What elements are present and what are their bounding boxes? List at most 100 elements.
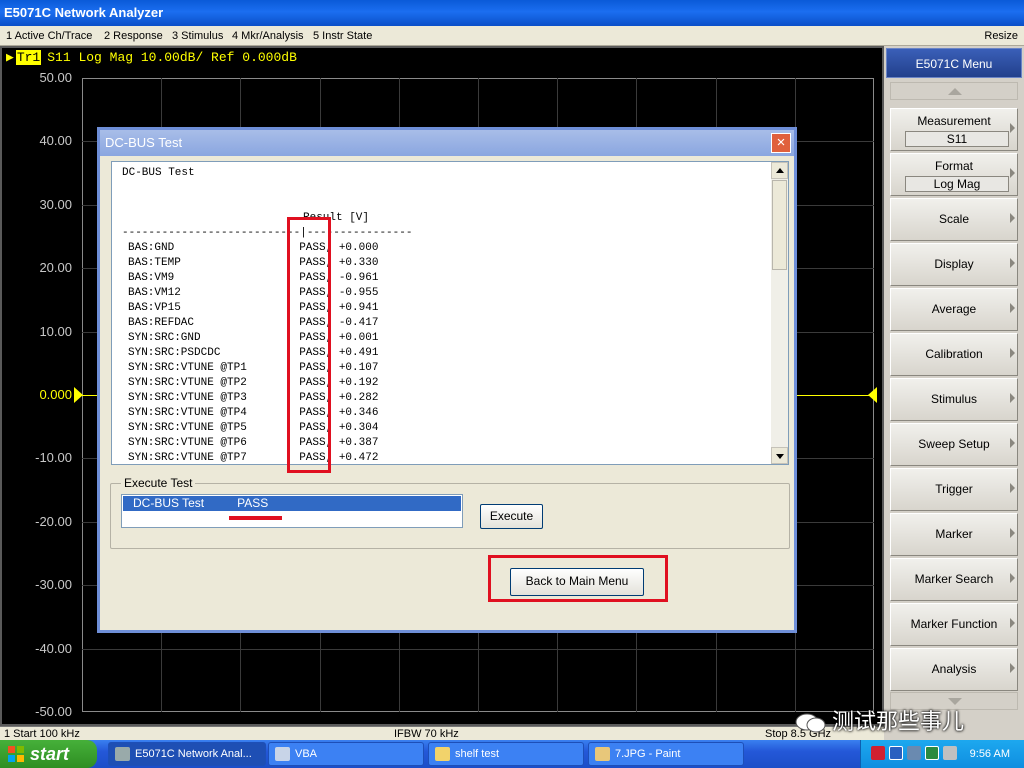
report-row-name: SYN:SRC:VTUNE @TP6: [128, 437, 247, 449]
softkey-label: Scale: [938, 212, 970, 226]
report-row-name: SYN:SRC:VTUNE @TP5: [128, 422, 247, 434]
report-row-value: +0.491: [338, 347, 379, 359]
report-row-value: +0.387: [338, 437, 379, 449]
softkey-sweep-setup[interactable]: Sweep Setup: [890, 423, 1018, 466]
softkey-marker[interactable]: Marker: [890, 513, 1018, 556]
test-list[interactable]: DC-BUS Test PASS: [121, 494, 463, 528]
menu-stimulus[interactable]: 3 Stimulus: [172, 26, 223, 46]
softkey-analysis[interactable]: Analysis: [890, 648, 1018, 691]
menu-instr-state[interactable]: 5 Instr State: [313, 26, 372, 46]
scroll-down-button[interactable]: [771, 447, 788, 464]
chevron-right-icon: [1010, 528, 1015, 538]
chevron-right-icon: [1010, 168, 1015, 178]
execute-test-group: Execute Test DC-BUS Test PASS Execute: [110, 476, 790, 549]
softkey-measurement[interactable]: Measurement S11: [890, 108, 1018, 151]
report-row-value: +0.107: [338, 362, 379, 374]
report-row-value: +0.001: [338, 332, 379, 344]
task-label: shelf test: [455, 748, 500, 760]
test-list-item-selected[interactable]: DC-BUS Test PASS: [123, 496, 461, 511]
report-row-value: -0.417: [338, 317, 379, 329]
report-row: SYN:SRC:VTUNE @TP2, PASS, +0.192: [122, 376, 412, 391]
vba-app-icon: [275, 747, 290, 761]
report-row-name: BAS:VM12: [128, 287, 181, 299]
test-report-box[interactable]: DC-BUS Test Result [V] -----------------…: [111, 161, 789, 465]
softkey-average[interactable]: Average: [890, 288, 1018, 331]
close-button[interactable]: ×: [771, 133, 791, 153]
window-title-bar: E5071C Network Analyzer: [0, 0, 1024, 26]
menu-response[interactable]: 2 Response: [104, 26, 163, 46]
start-button[interactable]: start: [0, 740, 97, 768]
report-row-name: SYN:SRC:VTUNE @TP4: [128, 407, 247, 419]
io-tray-icon[interactable]: [889, 746, 903, 760]
softkey-scale[interactable]: Scale: [890, 198, 1018, 241]
softkey-format[interactable]: Format Log Mag: [890, 153, 1018, 196]
chevron-right-icon: [1010, 303, 1015, 313]
report-row: SYN:SRC:VTUNE @TP6, PASS, +0.387: [122, 436, 412, 451]
chevron-right-icon: [1010, 573, 1015, 583]
window-title: E5071C Network Analyzer: [4, 5, 164, 20]
report-row: SYN:SRC:VTUNE @TP7, PASS, +0.472: [122, 451, 412, 464]
trace-id: Tr1: [15, 50, 42, 65]
softkey-stimulus[interactable]: Stimulus: [890, 378, 1018, 421]
softkey-display[interactable]: Display: [890, 243, 1018, 286]
y-tick-label: 0.000: [39, 387, 72, 402]
execute-button[interactable]: Execute: [480, 504, 543, 529]
report-rows: BAS:GND, PASS, +0.000 BAS:TEMP, PASS, +0.…: [122, 241, 412, 464]
report-row: SYN:SRC:GND, PASS, +0.001: [122, 331, 412, 346]
task-paint[interactable]: 7.JPG - Paint: [588, 742, 744, 766]
report-row-name: SYN:SRC:PSDCDC: [128, 347, 221, 359]
analyzer-app-icon: [115, 747, 130, 761]
y-tick-label: 20.00: [39, 260, 72, 276]
report-row-name: BAS:GND: [128, 242, 175, 254]
report-row-name: BAS:VP15: [128, 302, 181, 314]
softkey-trigger[interactable]: Trigger: [890, 468, 1018, 511]
task-label: VBA: [295, 748, 318, 760]
menu-resize[interactable]: Resize: [984, 26, 1018, 46]
menu-active-ch-trace[interactable]: 1 Active Ch/Trace: [6, 26, 92, 46]
main-menu-button-highlight: [488, 555, 668, 602]
report-scrollbar[interactable]: [771, 162, 788, 464]
task-e5071c[interactable]: E5071C Network Anal...: [108, 742, 266, 766]
softkey-scroll-up-button[interactable]: [890, 82, 1018, 100]
volume-icon[interactable]: [943, 746, 957, 760]
y-tick-label: 50.00: [39, 70, 72, 85]
ifbw: IFBW 70 kHz: [394, 728, 459, 740]
report-row-value: +0.192: [338, 377, 379, 389]
execute-test-legend: Execute Test: [121, 476, 196, 490]
report-row: BAS:TEMP, PASS, +0.330: [122, 256, 412, 271]
reference-right-arrow-icon: [868, 387, 877, 403]
reference-left-arrow-icon: [74, 387, 83, 403]
visa-tray-icon[interactable]: [925, 746, 939, 760]
report-row-value: +0.941: [338, 302, 379, 314]
chevron-right-icon: [1010, 663, 1015, 673]
status-line: 1 Start 100 kHz IFBW 70 kHz Stop 8.5 GHz: [0, 726, 884, 740]
y-tick-label: -20.00: [35, 513, 72, 529]
softkey-label: Marker Function: [910, 617, 998, 631]
report-row-value: +0.330: [338, 257, 379, 269]
clock: 9:56 AM: [969, 748, 1010, 760]
report-row: SYN:SRC:VTUNE @TP3, PASS, +0.282: [122, 391, 412, 406]
softkey-marker-function[interactable]: Marker Function: [890, 603, 1018, 646]
menu-mkr-analysis[interactable]: 4 Mkr/Analysis: [232, 26, 304, 46]
security-shield-icon[interactable]: [871, 746, 885, 760]
softkey-label: Analysis: [931, 662, 977, 676]
trace-header[interactable]: ▶ Tr1 S11 Log Mag 10.00dB/ Ref 0.000dB: [6, 50, 297, 65]
y-tick-label: -10.00: [35, 450, 72, 466]
scroll-up-button[interactable]: [771, 162, 788, 179]
test-item-name: DC-BUS Test: [133, 496, 205, 510]
network-icon[interactable]: [907, 746, 921, 760]
folder-icon: [435, 747, 450, 761]
task-vba[interactable]: VBA: [268, 742, 424, 766]
trace-description: S11 Log Mag 10.00dB/ Ref 0.000dB: [47, 50, 297, 65]
scroll-thumb[interactable]: [772, 180, 787, 270]
scroll-up-icon: [776, 168, 784, 173]
report-heading: DC-BUS Test: [122, 167, 195, 179]
softkey-marker-search[interactable]: Marker Search: [890, 558, 1018, 601]
chevron-right-icon: [1010, 393, 1015, 403]
task-shelf-test[interactable]: shelf test: [428, 742, 584, 766]
report-row-name: SYN:SRC:VTUNE @TP2: [128, 377, 247, 389]
softkey-calibration[interactable]: Calibration: [890, 333, 1018, 376]
softkey-label: Marker: [935, 527, 973, 541]
y-tick-label: -50.00: [35, 704, 72, 719]
report-row-value: +0.346: [338, 407, 379, 419]
